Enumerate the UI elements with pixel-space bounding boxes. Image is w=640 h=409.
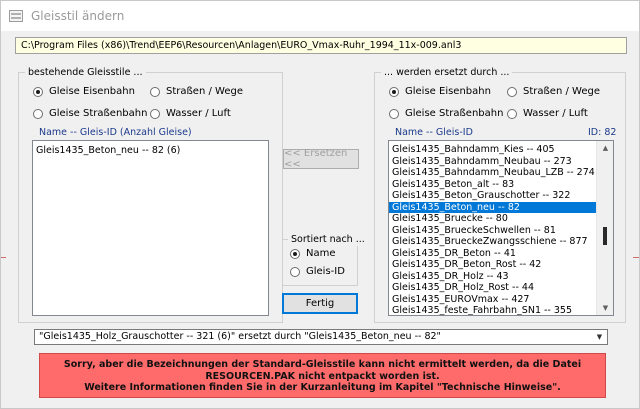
scroll-thumb[interactable]	[603, 227, 607, 245]
radio-label: Gleise Straßenbahn	[49, 108, 148, 119]
warning-line-3: Weitere Informationen finden Sie in der …	[84, 382, 561, 393]
done-button[interactable]: Fertig	[282, 293, 358, 314]
selected-id-label: ID: 82	[588, 127, 617, 138]
layout-path-field: C:\Program Files (x86)\Trend\EEP6\Resour…	[15, 37, 627, 54]
list-item[interactable]: Gleis1435_BrueckeSchwellen -- 81	[389, 225, 613, 237]
replace-button[interactable]: << Ersetzen <<	[283, 148, 359, 170]
existing-styles-group: bestehende Gleisstile ... Gleise Eisenba…	[18, 66, 283, 323]
radio-indicator	[150, 108, 160, 119]
list-item[interactable]: Gleis1435_Beton_neu -- 82 (6)	[33, 145, 268, 157]
list-item[interactable]: Gleis1435_Bahndamm_Kies -- 405	[389, 144, 613, 156]
list-item[interactable]: Gleis1435_DR_Beton -- 41	[389, 248, 613, 260]
radio-indicator	[150, 86, 160, 97]
list-item[interactable]: Gleis1435_Bahndamm_Neubau -- 273	[389, 156, 613, 168]
radio-indicator	[389, 86, 399, 97]
radio-indicator	[290, 266, 300, 277]
list-item[interactable]: Gleis1435_Bahndamm_Neubau_LZB -- 274	[389, 167, 613, 179]
sort-radio-id[interactable]: Gleis-ID	[290, 266, 345, 277]
left-radio-road[interactable]: Straßen / Wege	[150, 86, 243, 97]
list-item[interactable]: Gleis1435_DR_Holz_Rost -- 44	[389, 282, 613, 294]
right-radio-rail[interactable]: Gleise Eisenbahn	[389, 86, 491, 97]
existing-styles-list[interactable]: Gleis1435_Beton_neu -- 82 (6)	[32, 140, 269, 316]
sort-radio-name[interactable]: Name	[290, 248, 336, 259]
list-scrollbar[interactable]: ▲ ▼	[596, 141, 613, 315]
radio-label: Straßen / Wege	[523, 86, 600, 97]
dialog-window: Gleisstil ändern C:\Program Files (x86)\…	[0, 0, 640, 409]
list-item[interactable]: Gleis1435_EUROVmax -- 427	[389, 294, 613, 306]
radio-indicator	[290, 248, 300, 259]
radio-label: Gleise Straßenbahn	[405, 108, 504, 119]
existing-styles-title: bestehende Gleisstile ...	[25, 66, 146, 79]
left-radio-water[interactable]: Wasser / Luft	[150, 108, 231, 119]
radio-label: Wasser / Luft	[523, 108, 588, 119]
list-item[interactable]: Gleis1435_Bruecke -- 80	[389, 213, 613, 225]
radio-label: Straßen / Wege	[166, 86, 243, 97]
right-radio-road[interactable]: Straßen / Wege	[507, 86, 600, 97]
radio-label: Name	[306, 248, 336, 259]
sort-group: Sortiert nach ... Name Gleis-ID	[282, 233, 368, 286]
combo-value: "Gleis1435_Holz_Grauschotter -- 321 (6)"…	[39, 331, 441, 342]
list-items-container: Gleis1435_Bahndamm_Kies -- 405 Gleis1435_…	[389, 141, 613, 315]
list-item[interactable]: Gleis1435_Beton_alt -- 83	[389, 179, 613, 191]
list-item[interactable]: Gleis1435_Beton_Grauschotter -- 322	[389, 190, 613, 202]
left-column-header: Name -- Gleis-ID (Anzahl Gleise)	[39, 127, 192, 138]
replacement-history-combo[interactable]: "Gleis1435_Holz_Grauschotter -- 321 (6)"…	[34, 329, 608, 345]
radio-label: Gleise Eisenbahn	[49, 86, 135, 97]
left-radio-tram[interactable]: Gleise Straßenbahn	[33, 108, 147, 119]
list-item[interactable]: Gleis1435_Beton_neu -- 82	[389, 201, 613, 213]
window-title: Gleisstil ändern	[31, 9, 125, 23]
replacement-styles-title: ... werden ersetzt durch ...	[381, 66, 513, 79]
list-item[interactable]: Gleis1435_BrueckeZwangsschiene -- 877	[389, 236, 613, 248]
dropdown-arrow-icon[interactable]: ▼	[592, 330, 607, 344]
title-bar[interactable]: Gleisstil ändern	[1, 1, 639, 31]
background-edge-mark	[633, 257, 639, 258]
list-item[interactable]: Gleis1435_DR_Beton_Rost -- 42	[389, 259, 613, 271]
radio-indicator	[33, 86, 43, 97]
background-edge-mark	[1, 257, 6, 258]
sort-title: Sortiert nach ...	[288, 233, 368, 246]
app-icon	[9, 10, 23, 22]
radio-indicator	[33, 108, 43, 119]
radio-label: Gleise Eisenbahn	[405, 86, 491, 97]
warning-line-1: Sorry, aber die Bezeichnungen der Standa…	[63, 359, 582, 370]
warning-line-2: RESOURCEN.PAK nicht entpackt worden ist.	[205, 370, 440, 382]
radio-label: Wasser / Luft	[166, 108, 231, 119]
list-item[interactable]: Gleis1435_feste_Fahrbahn_SN1 -- 355	[389, 305, 613, 315]
left-radio-rail[interactable]: Gleise Eisenbahn	[33, 86, 135, 97]
radio-label: Gleis-ID	[306, 266, 345, 277]
radio-indicator	[389, 108, 399, 119]
radio-indicator	[507, 86, 517, 97]
replacement-styles-list[interactable]: Gleis1435_Bahndamm_Kies -- 405 Gleis1435_…	[388, 140, 614, 316]
right-radio-water[interactable]: Wasser / Luft	[507, 108, 588, 119]
replacement-styles-group: ... werden ersetzt durch ... Gleise Eise…	[374, 66, 626, 323]
scroll-down-icon[interactable]: ▼	[597, 301, 613, 315]
list-item[interactable]: Gleis1435_DR_Holz -- 43	[389, 271, 613, 283]
warning-message: Sorry, aber die Bezeichnungen der Standa…	[39, 353, 606, 398]
right-radio-tram[interactable]: Gleise Straßenbahn	[389, 108, 503, 119]
radio-indicator	[507, 108, 517, 119]
scroll-up-icon[interactable]: ▲	[597, 141, 613, 155]
right-column-header: Name -- Gleis-ID	[395, 127, 473, 138]
